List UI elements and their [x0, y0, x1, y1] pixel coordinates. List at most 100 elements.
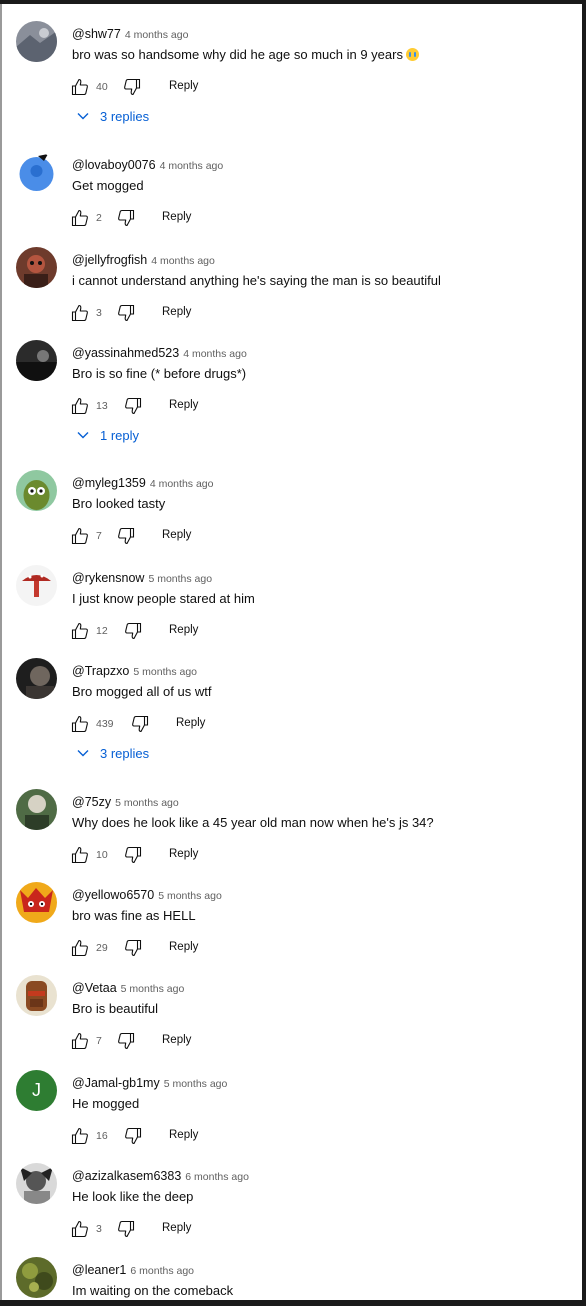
timestamp[interactable]: 5 months ago [158, 890, 222, 902]
comment-text: Get mogged [72, 178, 144, 193]
comment-body: Bro is beautiful [72, 1001, 158, 1016]
like-count: 7 [96, 1035, 102, 1047]
comment-actions: 12 Reply [70, 621, 270, 641]
reply-button[interactable]: Reply [169, 399, 198, 411]
like-count: 439 [96, 718, 114, 730]
reply-button[interactable]: Reply [169, 941, 198, 953]
dislike-icon[interactable] [123, 1126, 143, 1146]
avatar[interactable] [16, 658, 57, 699]
reply-button[interactable]: Reply [169, 624, 198, 636]
dislike-icon[interactable] [116, 1031, 136, 1051]
avatar[interactable] [16, 882, 57, 923]
comment-actions: 2 Reply [70, 208, 270, 228]
like-icon[interactable] [70, 1219, 90, 1239]
reply-button[interactable]: Reply [169, 1129, 198, 1141]
avatar[interactable] [16, 340, 57, 381]
avatar[interactable] [16, 1163, 57, 1204]
author-name[interactable]: @azizalkasem6383 [72, 1169, 181, 1183]
like-icon[interactable] [70, 526, 90, 546]
author-name[interactable]: @shw77 [72, 27, 121, 41]
like-icon[interactable] [70, 714, 90, 734]
comment-body: Why does he look like a 45 year old man … [72, 815, 434, 830]
like-icon[interactable] [70, 845, 90, 865]
like-icon[interactable] [70, 1031, 90, 1051]
timestamp[interactable]: 4 months ago [150, 478, 214, 490]
like-count: 16 [96, 1130, 108, 1142]
avatar[interactable] [16, 21, 57, 62]
comment-header: @myleg1359 4 months ago [72, 474, 213, 492]
like-count: 12 [96, 625, 108, 637]
comment-header: @yassinahmed523 4 months ago [72, 344, 247, 362]
reply-button[interactable]: Reply [162, 306, 191, 318]
avatar[interactable] [16, 565, 57, 606]
like-icon[interactable] [70, 938, 90, 958]
chevron-down-icon [76, 109, 90, 123]
like-icon[interactable] [70, 77, 90, 97]
dislike-icon[interactable] [130, 714, 150, 734]
reply-button[interactable]: Reply [169, 848, 198, 860]
dislike-icon[interactable] [123, 845, 143, 865]
like-icon[interactable] [70, 621, 90, 641]
comment-body: bro was so handsome why did he age so mu… [72, 47, 403, 62]
dislike-icon[interactable] [122, 77, 142, 97]
dislike-icon[interactable] [123, 621, 143, 641]
comment-body: I just know people stared at him [72, 591, 255, 606]
view-replies-button[interactable]: 3 replies [76, 109, 149, 131]
author-name[interactable]: @rykensnow [72, 571, 144, 585]
timestamp[interactable]: 4 months ago [125, 29, 189, 41]
avatar[interactable] [16, 789, 57, 830]
avatar[interactable]: J [16, 1070, 57, 1111]
reply-button[interactable]: Reply [162, 1034, 191, 1046]
comment-header: @shw77 4 months ago [72, 25, 188, 43]
comment-body: Get mogged [72, 178, 144, 193]
view-replies-button[interactable]: 1 reply [76, 428, 139, 450]
comment-text: Bro mogged all of us wtf [72, 684, 211, 699]
timestamp[interactable]: 4 months ago [183, 348, 247, 360]
dislike-icon[interactable] [123, 938, 143, 958]
frame-left-edge [0, 0, 2, 1306]
like-icon[interactable] [70, 208, 90, 228]
avatar[interactable] [16, 152, 57, 193]
timestamp[interactable]: 5 months ago [121, 983, 185, 995]
comment-actions: 40 Reply [70, 77, 270, 97]
author-name[interactable]: @myleg1359 [72, 476, 146, 490]
author-name[interactable]: @yellowo6570 [72, 888, 154, 902]
timestamp[interactable]: 5 months ago [133, 666, 197, 678]
avatar[interactable] [16, 247, 57, 288]
comment-body: He mogged [72, 1096, 140, 1111]
view-replies-button[interactable]: 3 replies [76, 746, 149, 768]
timestamp[interactable]: 6 months ago [185, 1171, 249, 1183]
author-name[interactable]: @jellyfrogfish [72, 253, 147, 267]
dislike-icon[interactable] [116, 526, 136, 546]
reply-button[interactable]: Reply [162, 211, 191, 223]
dislike-icon[interactable] [116, 303, 136, 323]
comment-header: @jellyfrogfish 4 months ago [72, 251, 215, 269]
like-icon[interactable] [70, 303, 90, 323]
author-name[interactable]: @Trapzxo [72, 664, 129, 678]
author-name[interactable]: @leaner1 [72, 1263, 126, 1277]
author-name[interactable]: @yassinahmed523 [72, 346, 179, 360]
dislike-icon[interactable] [123, 396, 143, 416]
reply-button[interactable]: Reply [169, 80, 198, 92]
comment-text: He look like the deep [72, 1189, 193, 1204]
author-name[interactable]: @lovaboy0076 [72, 158, 156, 172]
timestamp[interactable]: 5 months ago [115, 797, 179, 809]
author-name[interactable]: @75zy [72, 795, 111, 809]
timestamp[interactable]: 4 months ago [151, 255, 215, 267]
author-name[interactable]: @Jamal-gb1my [72, 1076, 160, 1090]
like-icon[interactable] [70, 396, 90, 416]
dislike-icon[interactable] [116, 1219, 136, 1239]
reply-button[interactable]: Reply [162, 529, 191, 541]
timestamp[interactable]: 4 months ago [160, 160, 224, 172]
timestamp[interactable]: 6 months ago [130, 1265, 194, 1277]
dislike-icon[interactable] [116, 208, 136, 228]
like-icon[interactable] [70, 1126, 90, 1146]
author-name[interactable]: @Vetaa [72, 981, 117, 995]
avatar[interactable] [16, 975, 57, 1016]
timestamp[interactable]: 5 months ago [148, 573, 212, 585]
reply-button[interactable]: Reply [162, 1222, 191, 1234]
avatar[interactable] [16, 1257, 57, 1298]
reply-button[interactable]: Reply [176, 717, 205, 729]
avatar[interactable] [16, 470, 57, 511]
timestamp[interactable]: 5 months ago [164, 1078, 228, 1090]
